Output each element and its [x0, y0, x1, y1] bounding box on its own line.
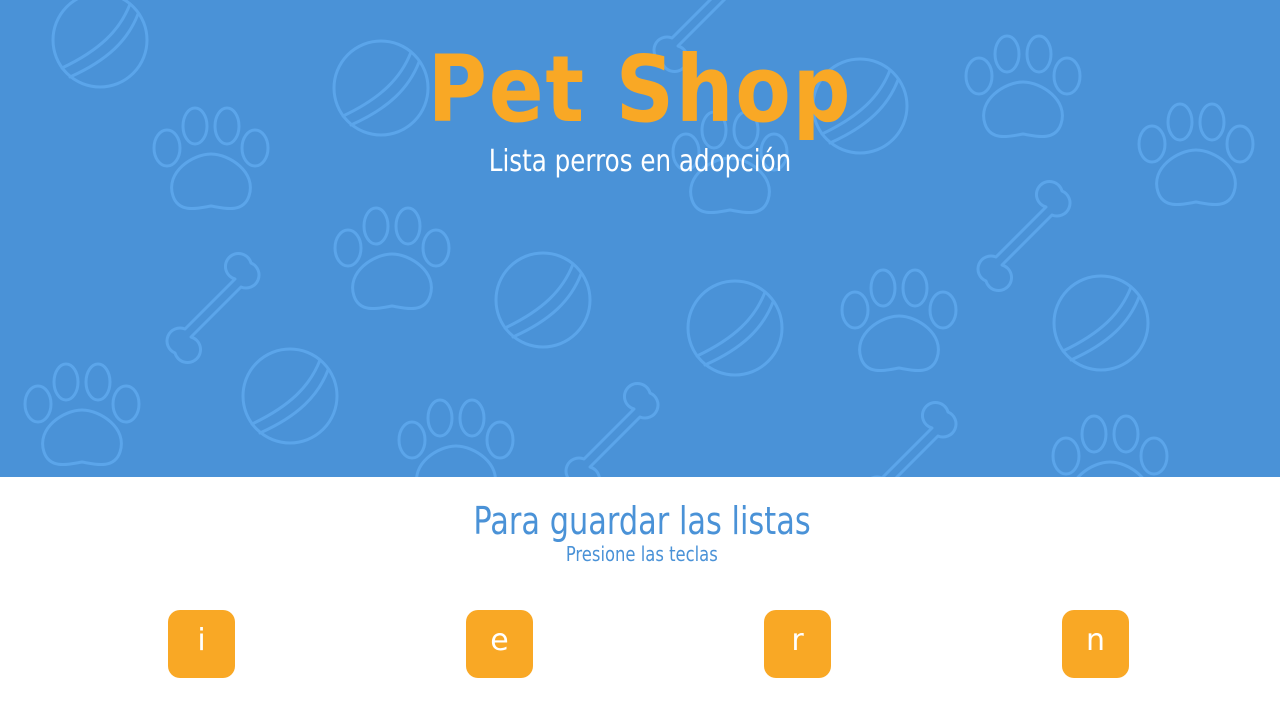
key-button-e[interactable]: e	[466, 610, 533, 678]
bone-icon	[976, 179, 1072, 293]
paw-icon	[333, 206, 451, 311]
bone-icon	[862, 400, 958, 477]
ball-icon	[241, 347, 339, 445]
paw-icon	[840, 268, 958, 373]
save-instructions-title: Para guardar las listas	[473, 499, 811, 543]
paw-icon	[397, 398, 515, 477]
key-button-n[interactable]: n	[1062, 610, 1129, 678]
key-button-i[interactable]: i	[168, 610, 235, 678]
bone-icon	[165, 251, 261, 365]
page-subtitle: Lista perros en adopción	[488, 144, 792, 179]
page-title: Pet Shop	[427, 36, 853, 143]
ball-icon	[686, 279, 784, 377]
hero-banner: Pet Shop Lista perros en adopción	[0, 0, 1280, 477]
paw-icon	[1051, 414, 1169, 477]
ball-icon	[1052, 274, 1150, 372]
ball-icon	[494, 251, 592, 349]
save-instructions-section: Para guardar las listas Presione las tec…	[0, 477, 1280, 720]
key-button-r[interactable]: r	[764, 610, 831, 678]
bone-icon	[564, 381, 660, 477]
paw-icon	[23, 362, 141, 467]
save-instructions-subtitle: Presione las teclas	[565, 542, 718, 566]
